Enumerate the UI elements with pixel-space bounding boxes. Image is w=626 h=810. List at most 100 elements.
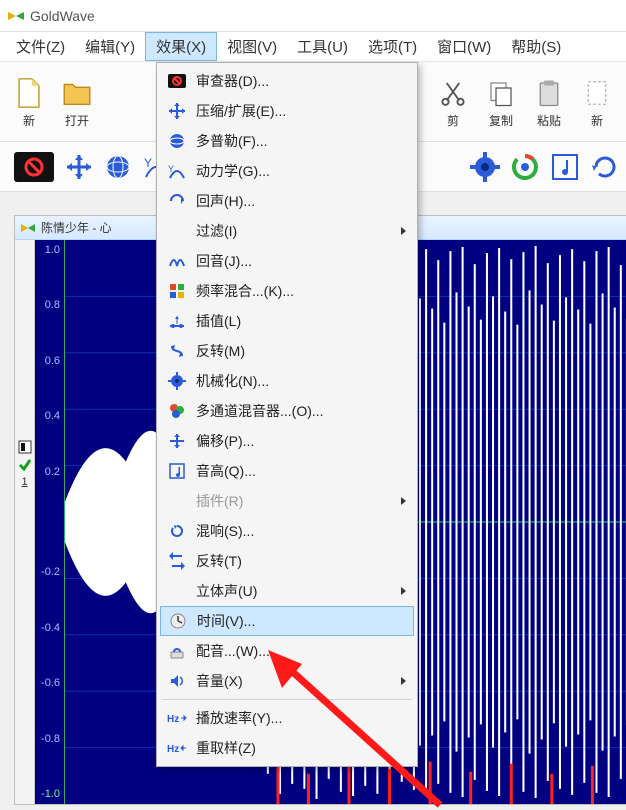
copy-icon — [482, 74, 520, 112]
effect-item-resample[interactable]: Hz 重取样(Z) — [160, 733, 414, 763]
effect-item-multimix[interactable]: 多通道混音器...(O)... — [160, 396, 414, 426]
toolbar-paste-button[interactable]: 粘贴 — [526, 66, 572, 137]
effect-item-voice[interactable]: 配音...(W)... — [160, 636, 414, 666]
volume-icon — [164, 670, 190, 692]
effect-item-stereo[interactable]: 立体声(U) — [160, 576, 414, 606]
effect-item-time[interactable]: 时间(V)... — [160, 606, 414, 636]
effect-item-censor[interactable]: 审查器(D)... — [160, 66, 414, 96]
effect-item-volume[interactable]: 音量(X) — [160, 666, 414, 696]
mech-icon — [164, 370, 190, 392]
svg-text:Y: Y — [144, 156, 152, 170]
note-tool-icon[interactable] — [550, 152, 580, 182]
expand-icon[interactable] — [64, 152, 94, 182]
effect-item-label: 播放速率(Y)... — [196, 708, 406, 728]
effect-item-label: 反转(T) — [196, 551, 406, 571]
toolbar-cut-button[interactable]: 剪 — [430, 66, 476, 137]
resample-icon: Hz — [164, 737, 190, 759]
reverse-icon — [164, 550, 190, 572]
menu-effect[interactable]: 效果(X) — [145, 32, 217, 61]
effect-item-echo[interactable]: 回声(H)... — [160, 186, 414, 216]
file-icon — [10, 74, 48, 112]
toolbar-paste-label: 粘贴 — [537, 112, 561, 129]
toolbar-new2-label: 新 — [591, 112, 603, 129]
gear-blue-icon[interactable] — [470, 152, 500, 182]
cycle-icon[interactable] — [510, 152, 540, 182]
paste-icon — [530, 74, 568, 112]
dynamics-icon: Y — [164, 160, 190, 182]
menu-view[interactable]: 视图(V) — [217, 32, 287, 61]
submenu-arrow-icon — [401, 227, 406, 235]
effect-item-label: 机械化(N)... — [196, 371, 406, 391]
effect-item-label: 频率混合...(K)... — [196, 281, 406, 301]
effect-item-freqblend[interactable]: 频率混合...(K)... — [160, 276, 414, 306]
stereo-icon — [164, 580, 190, 602]
folder-icon — [58, 74, 96, 112]
plugin-icon — [164, 490, 190, 512]
document-title: 陈情少年 - 心 — [41, 219, 112, 236]
channel-gutter: 1 — [15, 240, 35, 804]
submenu-arrow-icon — [401, 497, 406, 505]
check-icon[interactable] — [18, 458, 32, 472]
globe-icon[interactable] — [104, 153, 132, 181]
echo-icon — [164, 190, 190, 212]
submenu-arrow-icon — [401, 587, 406, 595]
marker-icon[interactable] — [18, 440, 32, 454]
effect-item-label: 回音(J)... — [196, 251, 406, 271]
effect-item-offset[interactable]: 偏移(P)... — [160, 426, 414, 456]
effect-item-label: 回声(H)... — [196, 191, 406, 211]
svg-text:Hz: Hz — [167, 744, 179, 755]
effect-item-pitch[interactable]: 音高(Q)... — [160, 456, 414, 486]
toolbar-copy-button[interactable]: 复制 — [478, 66, 524, 137]
refresh-icon[interactable] — [590, 152, 620, 182]
effect-item-flanger[interactable]: 回音(J)... — [160, 246, 414, 276]
menu-window[interactable]: 窗口(W) — [427, 32, 501, 61]
svg-text:Hz: Hz — [167, 714, 179, 725]
freqblend-icon — [164, 280, 190, 302]
menu-edit[interactable]: 编辑(Y) — [75, 32, 145, 61]
reverb-icon — [164, 520, 190, 542]
effect-item-label: 重取样(Z) — [196, 738, 406, 758]
effect-item-interp[interactable]: 插值(L) — [160, 306, 414, 336]
effect-item-filter[interactable]: 过滤(I) — [160, 216, 414, 246]
effect-item-plugin: 插件(R) — [160, 486, 414, 516]
toolbar-new2-button[interactable]: 新 — [574, 66, 620, 137]
app-title: GoldWave — [30, 8, 95, 24]
cut-icon — [434, 74, 472, 112]
effect-item-reverb[interactable]: 混响(S)... — [160, 516, 414, 546]
invert-icon — [164, 340, 190, 362]
effect-item-compress[interactable]: 压缩/扩展(E)... — [160, 96, 414, 126]
menu-option[interactable]: 选项(T) — [358, 32, 427, 61]
effect-item-dynamics[interactable]: Y 动力学(G)... — [160, 156, 414, 186]
menu-tool[interactable]: 工具(U) — [287, 32, 358, 61]
amplitude-ruler: 1.0 0.8 0.6 0.4 0.2 -0.2 -0.4 -0.6 -0.8 … — [35, 240, 65, 804]
titlebar: GoldWave — [0, 0, 626, 32]
effect-item-mech[interactable]: 机械化(N)... — [160, 366, 414, 396]
toolbar-open-label: 打开 — [65, 112, 89, 129]
effect-item-label: 插值(L) — [196, 311, 406, 331]
pitch-icon — [164, 460, 190, 482]
effect-item-label: 动力学(G)... — [196, 161, 406, 181]
effect-item-label: 立体声(U) — [196, 581, 401, 601]
dropdown-separator — [162, 699, 412, 700]
interp-icon — [164, 310, 190, 332]
file-blank-icon — [578, 74, 616, 112]
effect-item-label: 审查器(D)... — [196, 71, 406, 91]
effect-item-label: 音量(X) — [196, 671, 401, 691]
effect-dropdown: 审查器(D)... 压缩/扩展(E)...多普勒(F)... Y 动力学(G)... 回… — [156, 62, 418, 767]
toolbar-open-button[interactable]: 打开 — [54, 66, 100, 137]
effect-item-label: 音高(Q)... — [196, 461, 406, 481]
effect-item-doppler[interactable]: 多普勒(F)... — [160, 126, 414, 156]
offset-icon — [164, 430, 190, 452]
effect-item-speed[interactable]: Hz 播放速率(Y)... — [160, 703, 414, 733]
effect-item-label: 过滤(I) — [196, 221, 401, 241]
menu-file[interactable]: 文件(Z) — [6, 32, 75, 61]
menu-help[interactable]: 帮助(S) — [501, 32, 571, 61]
toolbar-new-button[interactable]: 新 — [6, 66, 52, 137]
doppler-icon — [164, 130, 190, 152]
effect-item-reverse[interactable]: 反转(T) — [160, 546, 414, 576]
toolbar-copy-label: 复制 — [489, 112, 513, 129]
effect-item-label: 混响(S)... — [196, 521, 406, 541]
effect-item-label: 时间(V)... — [197, 611, 405, 631]
stop-record-icon[interactable] — [14, 152, 54, 182]
effect-item-invert[interactable]: 反转(M) — [160, 336, 414, 366]
